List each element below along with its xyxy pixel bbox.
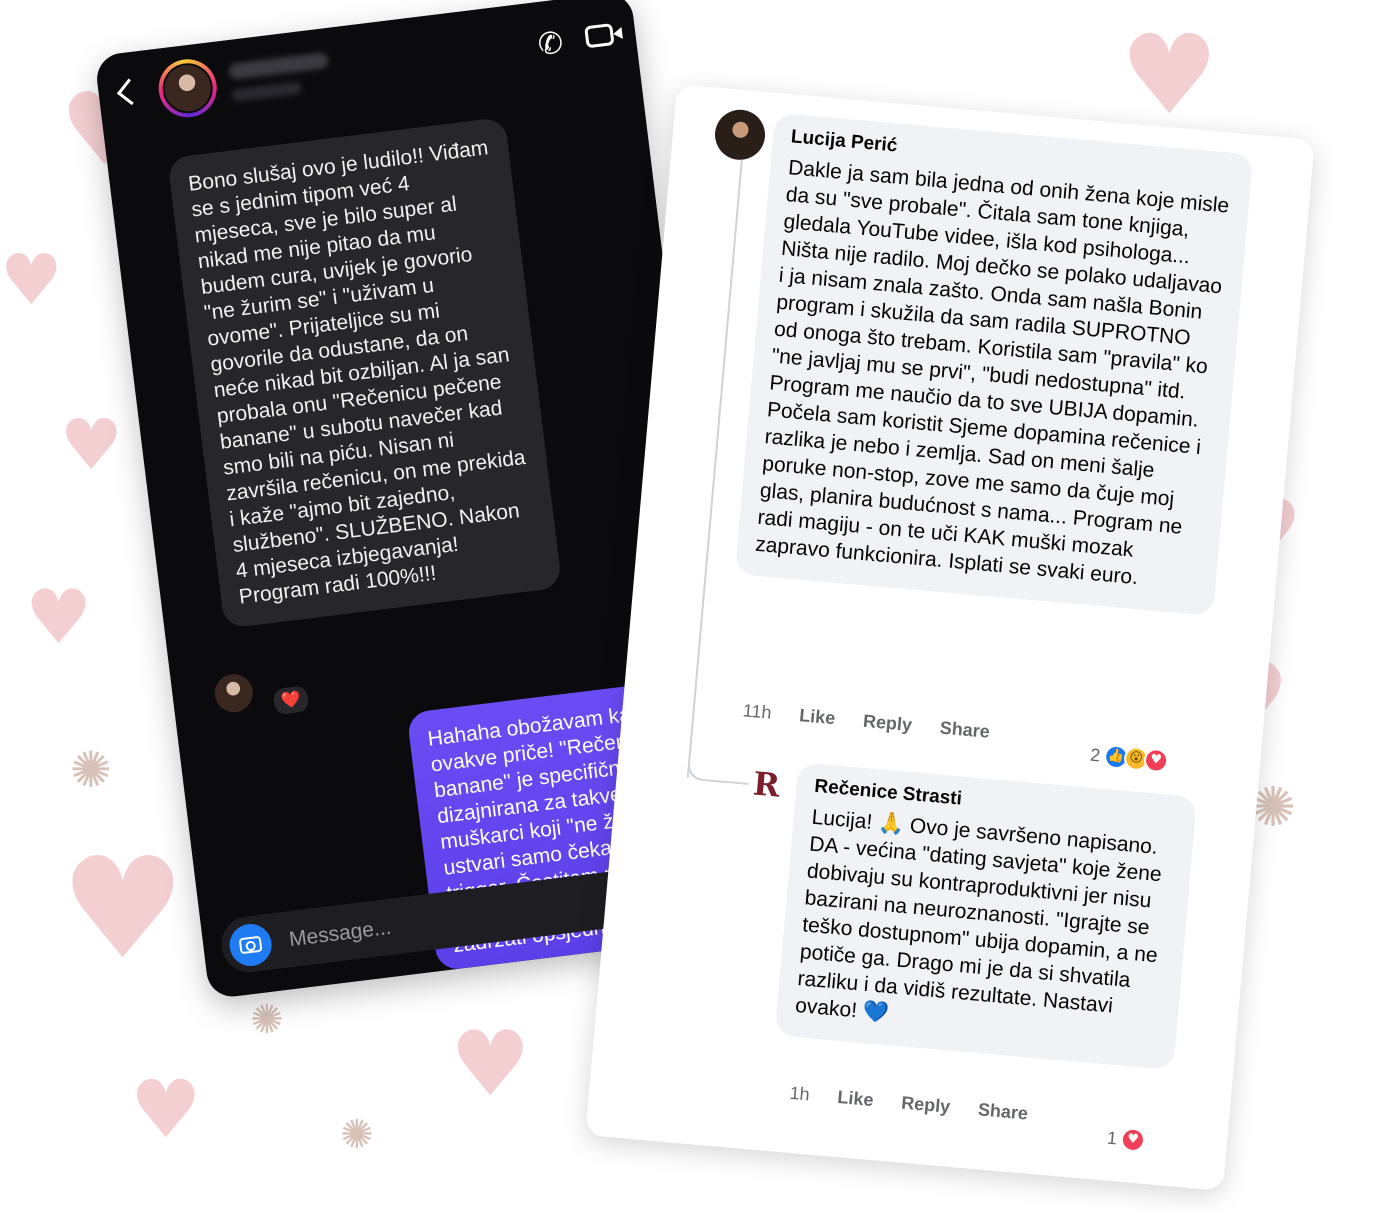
blurred-username: [228, 51, 330, 81]
heart-reaction-icon[interactable]: ❤️: [270, 683, 312, 718]
reaction-summary[interactable]: 2 👍 😮 ♥: [1089, 743, 1170, 774]
thread-line: [686, 159, 743, 778]
reaction-count: 1: [1106, 1127, 1118, 1148]
heart-icon: ♥: [0, 239, 63, 321]
heart-icon: ♥: [25, 573, 93, 661]
reply-button[interactable]: Reply: [862, 711, 913, 736]
comment-bubble: Lucija Perić Dakle ja sam bila jedna od …: [734, 112, 1254, 616]
sparkle-icon: ✺: [340, 1112, 374, 1158]
video-camera-icon[interactable]: [584, 23, 615, 49]
love-reaction-icon: ♥: [1119, 1126, 1146, 1153]
heart-icon: ♥: [130, 1063, 202, 1156]
comment-text: Dakle ja sam bila jedna od onih žena koj…: [754, 156, 1231, 590]
reply-button[interactable]: Reply: [900, 1093, 951, 1118]
comment-actions: 1h Like Reply Share: [789, 1083, 1029, 1125]
love-reaction-icon: ♥: [1143, 747, 1170, 774]
heart-icon: ♥: [1120, 11, 1219, 139]
heart-icon: ♥: [450, 1012, 531, 1117]
heart-icon: ♥: [60, 828, 186, 991]
phone-icon[interactable]: ✆: [536, 24, 572, 63]
camera-icon[interactable]: [227, 921, 274, 969]
story-ring[interactable]: [155, 55, 221, 121]
reaction-count: 2: [1089, 744, 1102, 766]
comment-time[interactable]: 11h: [742, 700, 772, 723]
sender-avatar: [212, 671, 255, 715]
blurred-subtitle: [231, 81, 303, 102]
facebook-comments-card: Lucija Perić Dakle ja sam bila jedna od …: [585, 84, 1315, 1191]
reaction-summary[interactable]: 1 ♥: [1106, 1126, 1146, 1153]
incoming-message: Bono slušaj ovo je ludilo!! Viđam se s j…: [167, 116, 563, 629]
page-logo[interactable]: R: [745, 763, 788, 806]
sparkle-icon: ✺: [70, 741, 112, 799]
comment-actions: 11h Like Reply Share: [742, 700, 991, 743]
heart-icon: ♥: [60, 404, 123, 486]
like-button[interactable]: Like: [798, 705, 836, 729]
comment-time[interactable]: 1h: [789, 1083, 811, 1106]
thread-connector: [686, 737, 753, 785]
avatar[interactable]: [712, 107, 768, 162]
avatar[interactable]: [159, 60, 216, 117]
share-button[interactable]: Share: [939, 717, 991, 742]
comment-bubble: Rečenice Strasti Lucija! 🙏 Ovo je savrše…: [774, 762, 1198, 1071]
chevron-left-icon[interactable]: [116, 78, 144, 106]
dm-header: ✆: [94, 0, 641, 146]
share-button[interactable]: Share: [977, 1099, 1029, 1124]
like-button[interactable]: Like: [837, 1087, 875, 1111]
sparkle-icon: ✺: [250, 997, 284, 1043]
comment-text: Lucija! 🙏 Ovo je savršeno napisano. DA -…: [794, 805, 1163, 1026]
